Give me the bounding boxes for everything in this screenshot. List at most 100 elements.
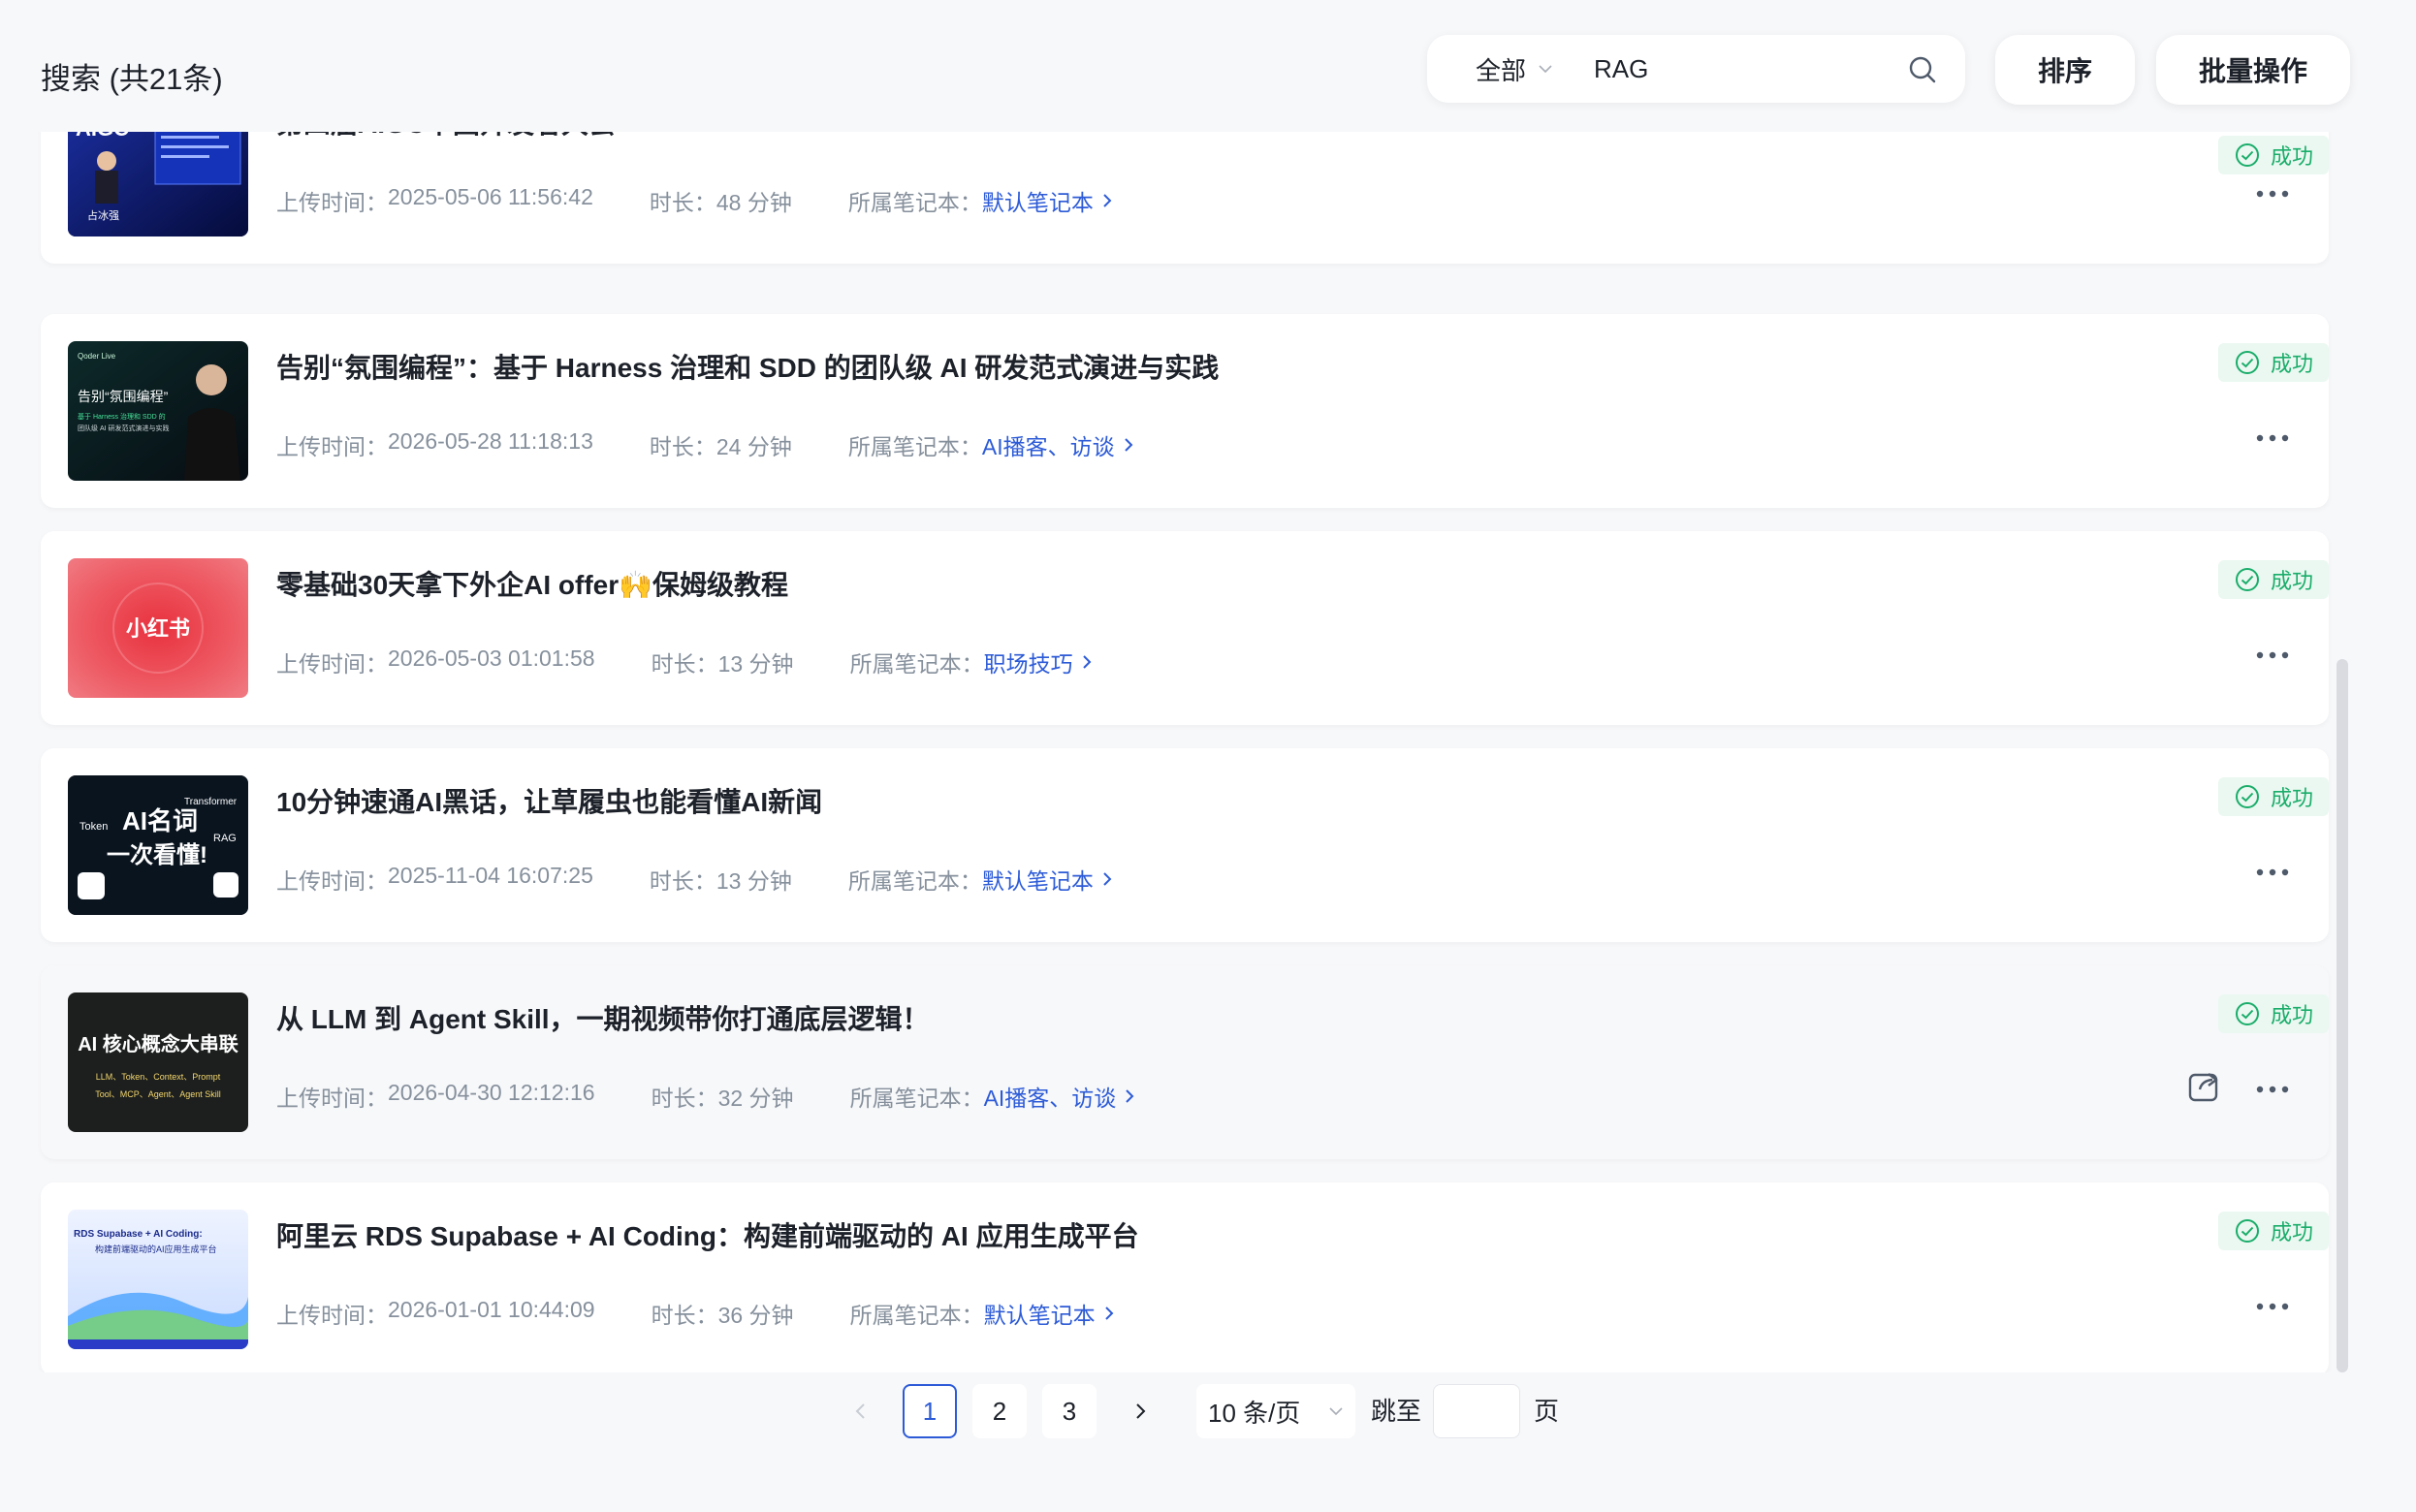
thumb-text: 占冰强 [87, 208, 119, 222]
video-thumbnail[interactable]: AI名词 一次看懂! Token RAG Transformer [68, 775, 248, 915]
duration-label: 时长： [651, 651, 718, 677]
duration-label: 时长： [651, 1303, 718, 1328]
thumb-text: Tool、MCP、Agent、Agent Skill [95, 1089, 221, 1099]
upload-time: 2025-11-04 16:07:25 [388, 863, 593, 888]
page-button-1[interactable]: 1 [903, 1384, 957, 1438]
notebook-link[interactable]: AI播客、访谈 [982, 428, 1134, 461]
more-dots-icon [2256, 1303, 2289, 1310]
notebook-label: 所属笔记本： [849, 651, 984, 677]
status-badge: 成功 [2218, 777, 2329, 816]
video-thumbnail[interactable]: AI 核心概念大串联 LLM、Token、Context、Prompt Tool… [68, 992, 248, 1132]
chevron-left-icon [855, 1403, 865, 1419]
list-item[interactable]: AI名词 一次看懂! Token RAG Transformer 10分钟速通A… [41, 748, 2329, 942]
more-options-button[interactable] [2253, 636, 2292, 675]
upload-label: 上传时间： [276, 190, 388, 215]
list-item[interactable]: AIGC 占冰强 第四届AIGC中国开发者大会 上传时间：2025-05-06 … [41, 132, 2329, 264]
check-circle-icon [2235, 568, 2259, 591]
item-title[interactable]: 从 LLM 到 Agent Skill，一期视频带你打通底层逻辑！ [276, 998, 930, 1037]
item-title[interactable]: 10分钟速通AI黑话，让草履虫也能看懂AI新闻 [276, 781, 822, 820]
chevron-right-icon [1126, 1089, 1134, 1103]
list-item[interactable]: 小红书 零基础30天拿下外企AI offer🙌保姆级教程 上传时间： 2026-0… [41, 531, 2329, 725]
notebook-label: 所属笔记本： [847, 434, 982, 459]
item-title[interactable]: 零基础30天拿下外企AI offer🙌保姆级教程 [276, 564, 788, 603]
video-thumbnail[interactable]: RDS Supabase + AI Coding: 构建前端驱动的AI应用生成平… [68, 1210, 248, 1349]
more-dots-icon [2256, 1086, 2289, 1093]
page-unit-label: 页 [1534, 1397, 1560, 1426]
list-item[interactable]: RDS Supabase + AI Coding: 构建前端驱动的AI应用生成平… [41, 1182, 2329, 1372]
notebook-label: 所属笔记本： [847, 190, 982, 215]
more-dots-icon [2256, 651, 2289, 659]
duration: 48 分钟 [715, 190, 792, 215]
item-meta: 上传时间： 2025-05-06 11:56:42 时长： 48 分钟 所属笔记本：… [276, 184, 1113, 217]
video-thumbnail[interactable]: Qoder Live 告别“氛围编程” 基于 Harness 治理和 SDD 的… [68, 341, 248, 481]
more-options-button[interactable] [2253, 1070, 2292, 1109]
thumb-text: Qoder Live [78, 352, 116, 361]
check-circle-icon [2235, 351, 2259, 374]
share-icon[interactable] [2187, 1068, 2222, 1103]
jump-label: 跳至 [1371, 1397, 1422, 1426]
more-dots-icon [2256, 868, 2289, 876]
page-size-value: 10 条/页 [1208, 1398, 1301, 1428]
thumb-text: AIGC [76, 132, 129, 141]
next-page-button[interactable] [1121, 1384, 1160, 1438]
more-options-button[interactable] [2253, 1287, 2292, 1326]
check-circle-icon [2235, 1219, 2259, 1243]
item-title[interactable]: 阿里云 RDS Supabase + AI Coding：构建前端驱动的 AI … [276, 1215, 1139, 1254]
page-title: 搜索 (共21条) [41, 62, 223, 96]
chevron-right-icon [1103, 872, 1112, 886]
thumb-text: 基于 Harness 治理和 SDD 的 [78, 412, 166, 421]
duration: 24 分钟 [715, 434, 792, 459]
upload-time: 2026-04-30 12:12:16 [388, 1080, 595, 1105]
notebook-label: 所属笔记本： [847, 868, 982, 894]
scope-select[interactable]: 全部 [1476, 51, 1553, 87]
notebook-link[interactable]: 默认笔记本 [984, 1297, 1115, 1330]
scrollbar[interactable] [2337, 659, 2348, 1372]
duration-label: 时长： [649, 434, 716, 459]
page-button-2[interactable]: 2 [972, 1384, 1027, 1438]
duration-label: 时长： [651, 1086, 718, 1111]
item-meta: 上传时间： 2026-01-01 10:44:09 时长： 36 分钟 所属笔记本：… [276, 1297, 1115, 1330]
search-icon[interactable] [1907, 54, 1938, 85]
upload-time: 2026-01-01 10:44:09 [388, 1297, 595, 1322]
thumbnail-image: AIGC 占冰强 [68, 132, 248, 236]
list-item[interactable]: AI 核心概念大串联 LLM、Token、Context、Prompt Tool… [41, 965, 2329, 1159]
thumb-text: RDS Supabase + AI Coding: [74, 1229, 203, 1240]
video-thumbnail[interactable]: 小红书 [68, 558, 248, 698]
item-title[interactable]: 告别“氛围编程”：基于 Harness 治理和 SDD 的团队级 AI 研发范式… [276, 347, 1219, 386]
more-dots-icon [2256, 434, 2289, 442]
notebook-link[interactable]: 默认笔记本 [982, 184, 1113, 217]
upload-label: 上传时间： [276, 651, 388, 677]
page-size-select[interactable]: 10 条/页 [1196, 1384, 1355, 1438]
search-input[interactable] [1594, 53, 1886, 84]
check-circle-icon [2235, 143, 2259, 167]
more-options-button[interactable] [2253, 853, 2292, 892]
thumb-text: AI 核心概念大串联 [78, 1032, 238, 1055]
more-options-button[interactable] [2253, 419, 2292, 457]
upload-label: 上传时间： [276, 434, 388, 459]
list-item[interactable]: Qoder Live 告别“氛围编程” 基于 Harness 治理和 SDD 的… [41, 314, 2329, 508]
item-meta: 上传时间： 2025-11-04 16:07:25 时长： 13 分钟 所属笔记本：… [276, 863, 1113, 896]
page-button-3[interactable]: 3 [1042, 1384, 1097, 1438]
chevron-right-icon [1082, 655, 1091, 669]
notebook-link[interactable]: AI播客、访谈 [984, 1080, 1136, 1113]
notebook-link[interactable]: 默认笔记本 [982, 863, 1113, 896]
batch-operation-button[interactable]: 批量操作 [2156, 35, 2350, 105]
status-badge: 成功 [2218, 560, 2329, 599]
results-list: AIGC 占冰强 第四届AIGC中国开发者大会 上传时间：2025-05-06 … [0, 132, 2416, 1372]
duration: 36 分钟 [717, 1303, 794, 1328]
chevron-right-icon [1124, 438, 1133, 452]
thumbnail-image: Qoder Live 告别“氛围编程” 基于 Harness 治理和 SDD 的… [68, 341, 248, 481]
video-thumbnail[interactable]: AIGC 占冰强 [68, 132, 248, 236]
jump-page-input[interactable] [1433, 1384, 1520, 1438]
status-badge: 成功 [2218, 994, 2329, 1033]
search-box: 全部 [1427, 35, 1965, 103]
upload-time: 2025-05-06 11:56:42 [388, 184, 593, 209]
sort-button[interactable]: 排序 [1995, 35, 2135, 105]
more-options-button[interactable] [2253, 174, 2292, 213]
thumb-text: AI名词 [122, 806, 198, 835]
item-meta: 上传时间： 2026-04-30 12:12:16 时长： 32 分钟 所属笔记本：… [276, 1080, 1135, 1113]
item-title[interactable]: 第四届AIGC中国开发者大会 [276, 132, 616, 142]
prev-page-button[interactable] [842, 1384, 880, 1438]
notebook-link[interactable]: 职场技巧 [984, 646, 1093, 678]
upload-time: 2026-05-03 01:01:58 [388, 646, 595, 671]
